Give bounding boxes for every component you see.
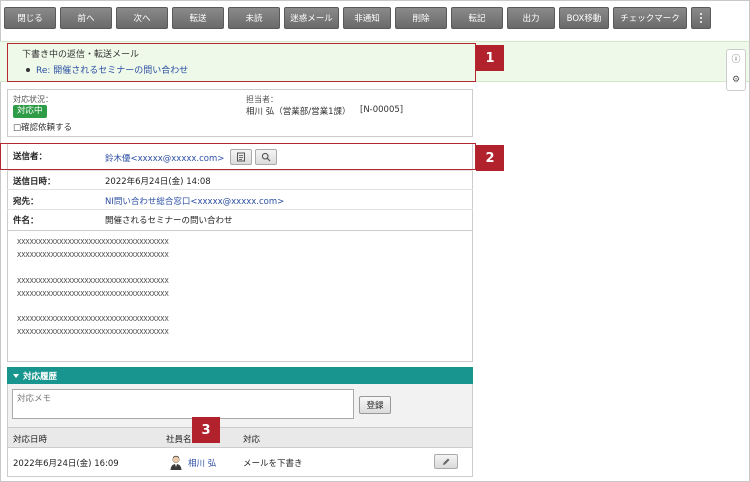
callout-badge-1: 1 [476,45,504,71]
history-action: メールを下書き [243,459,303,469]
status-label: 対応状況： [13,95,53,104]
body-line: XXXXXXXXXXXXXXXXXXXXXXXXXXXXXXXXXXXX [17,277,169,285]
body-line: XXXXXXXXXXXXXXXXXXXXXXXXXXXXXXXXXXXX [17,290,169,298]
edit-history-button[interactable] [434,454,458,469]
history-date: 2022年6月24日(金) 16:09 [13,459,119,469]
assignee-label: 担当者： [246,95,278,104]
vertical-dots-icon [700,13,702,23]
delete-button[interactable]: 削除 [395,7,447,29]
staff-avatar-icon [170,455,182,470]
search-icon [261,152,271,162]
row-divider [7,189,473,190]
to-label: 宛先： [13,197,39,207]
sent-date-value: 2022年6月24日(金) 14:08 [105,177,211,187]
history-title: 対応履歴 [23,371,58,382]
info-icon[interactable]: ⓘ [731,55,740,65]
subject-label: 件名： [13,216,39,226]
history-section-header[interactable]: 対応履歴 [7,367,473,384]
more-menu-button[interactable] [691,7,711,29]
history-table-header: 対応日時 社員名 対応 [7,427,473,448]
confirm-request-checkbox[interactable]: □確認依頼する [13,121,72,133]
memo-input[interactable] [12,389,354,419]
spam-button[interactable]: 迷惑メール [284,7,339,29]
pencil-icon [443,458,450,465]
bullet-icon [26,67,30,72]
row-divider [7,170,473,171]
forward-button[interactable]: 転送 [172,7,224,29]
register-button[interactable]: 登録 [359,396,391,414]
body-line: XXXXXXXXXXXXXXXXXXXXXXXXXXXXXXXXXXXX [17,328,169,336]
prev-button[interactable]: 前へ [60,7,112,29]
assignee-value: 相川 弘（営業部/営業1課） [246,107,351,117]
body-line: XXXXXXXXXXXXXXXXXXXXXXXXXXXXXXXXXXXX [17,315,169,323]
callout-badge-2: 2 [476,145,504,171]
staff-name-link[interactable]: 相川 弘 [188,457,216,469]
unread-button[interactable]: 未読 [228,7,280,29]
search-sender-button[interactable] [255,149,277,165]
collapse-triangle-icon [13,373,19,378]
sender-label: 送信者： [13,152,48,162]
gear-icon[interactable]: ⚙ [732,75,740,85]
transcribe-button[interactable]: 転記 [451,7,503,29]
draft-title: 下書き中の返信・転送メール [22,50,140,60]
ticket-number: [N-00005] [360,105,404,115]
table-row: 2022年6月24日(金) 16:09 相川 弘 メールを下書き [7,448,473,477]
status-panel: 対応状況： 対応中 □確認依頼する 担当者： 相川 弘（営業部/営業1課） [N… [7,89,473,137]
next-button[interactable]: 次へ [116,7,168,29]
export-button[interactable]: 出力 [507,7,555,29]
address-book-icon [237,152,245,162]
body-line: XXXXXXXXXXXXXXXXXXXXXXXXXXXXXXXXXXXX [17,251,169,259]
no-notify-button[interactable]: 非通知 [343,7,391,29]
sender-link[interactable]: 鈴木優<xxxxx@xxxxx.com> [105,152,224,164]
col-action-header: 対応 [243,435,261,445]
side-tools: ⓘ ⚙ [726,49,746,91]
box-move-button[interactable]: BOX移動 [559,7,609,29]
to-link[interactable]: NI問い合わせ総合窓口<xxxxx@xxxxx.com> [105,195,284,207]
status-badge[interactable]: 対応中 [13,105,47,118]
checkmark-button[interactable]: チェックマーク [613,7,687,29]
subject-value: 開催されるセミナーの問い合わせ [105,216,233,226]
address-book-button[interactable] [230,149,252,165]
draft-mail-link-text: Re: 開催されるセミナーの問い合わせ [36,66,189,76]
draft-mail-link[interactable]: Re: 開催されるセミナーの問い合わせ [26,63,188,76]
row-divider [7,209,473,210]
close-button[interactable]: 閉じる [4,7,56,29]
sent-date-label: 送信日時： [13,177,56,187]
col-date-header: 対応日時 [13,435,48,445]
body-line: XXXXXXXXXXXXXXXXXXXXXXXXXXXXXXXXXXXX [17,238,169,246]
col-staff-header: 社員名 [166,435,192,445]
callout-badge-3: 3 [192,417,220,443]
